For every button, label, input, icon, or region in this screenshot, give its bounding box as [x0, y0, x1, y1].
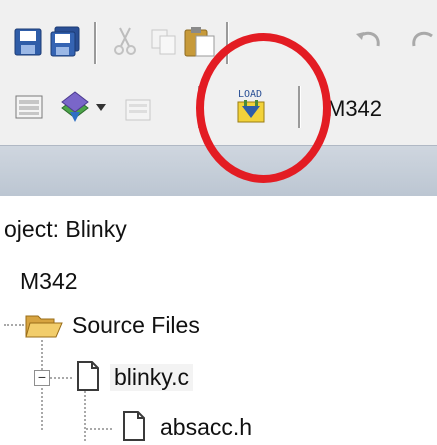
tree-connector — [84, 386, 86, 441]
redo-icon[interactable] — [410, 28, 437, 54]
highlight-circle — [196, 33, 331, 183]
project-title: oject: Blinky — [4, 216, 127, 242]
tree-item-file[interactable]: absacc.h — [160, 414, 252, 441]
cut-icon[interactable] — [112, 26, 138, 56]
save-all-icon[interactable] — [50, 26, 82, 58]
dropdown-arrow-icon[interactable] — [96, 104, 106, 112]
save-icon[interactable] — [14, 28, 42, 56]
folder-icon — [25, 315, 63, 338]
toolbar-separator — [94, 22, 97, 64]
file-icon — [77, 361, 99, 391]
paste-icon[interactable] — [182, 24, 216, 58]
translate-icon[interactable] — [58, 90, 92, 124]
collapse-toggle-icon[interactable]: − — [34, 370, 50, 386]
build-target-icon[interactable] — [14, 92, 44, 122]
tree-connector — [4, 324, 24, 326]
target-select[interactable]: M342 — [327, 96, 382, 122]
tree-item-file[interactable]: blinky.c — [110, 364, 193, 391]
undo-icon[interactable] — [354, 28, 384, 54]
tree-item-source-files[interactable]: Source Files — [72, 312, 200, 339]
file-icon — [123, 411, 145, 441]
tree-connector — [86, 428, 112, 430]
copy-icon[interactable] — [150, 28, 178, 56]
project-tree: oject: Blinky M342 Source Files − blinky… — [0, 196, 437, 445]
tree-item-target[interactable]: M342 — [20, 268, 78, 295]
rebuild-icon[interactable] — [122, 94, 156, 122]
